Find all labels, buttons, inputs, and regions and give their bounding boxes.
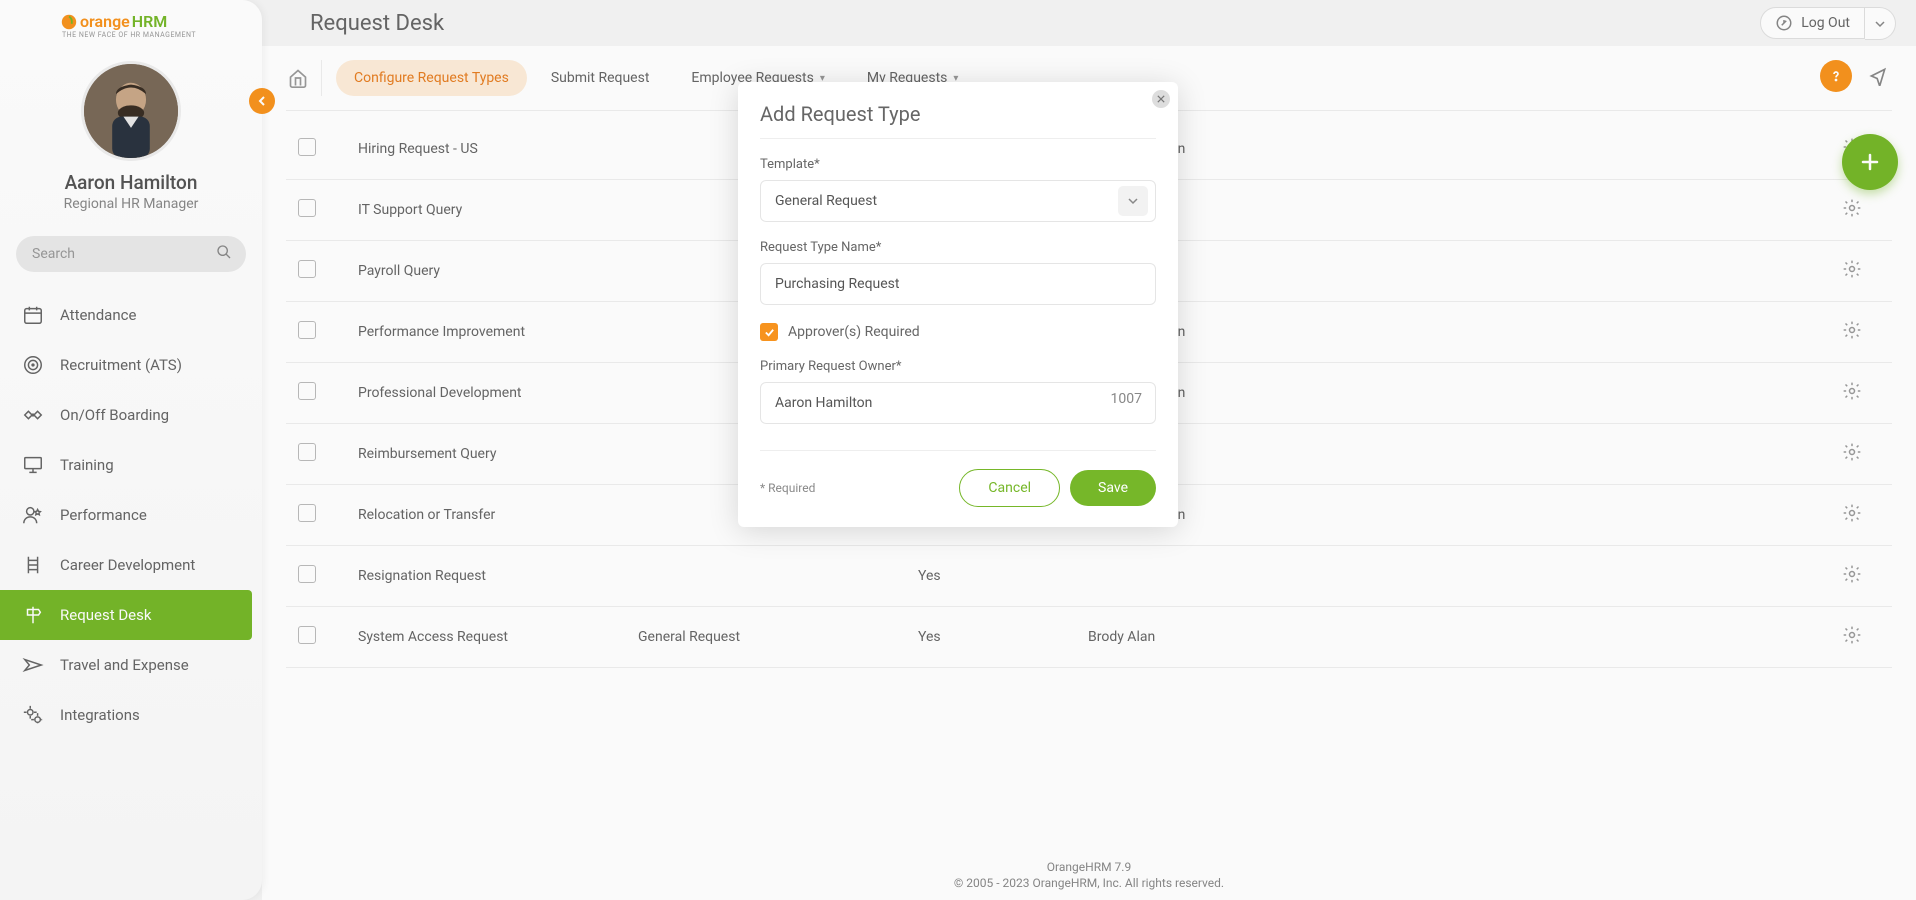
cancel-button[interactable]: Cancel	[959, 469, 1060, 507]
template-select[interactable]: General Request	[760, 180, 1156, 222]
owner-code: 1007	[1111, 391, 1142, 407]
approver-required-row[interactable]: Approver(s) Required	[760, 323, 1156, 341]
check-icon	[764, 327, 775, 338]
chevron-down-icon	[1128, 196, 1138, 206]
required-note: * Required	[760, 481, 815, 495]
modal-title: Add Request Type	[760, 102, 1156, 139]
add-request-type-modal: Add Request Type Template* General Reque…	[738, 82, 1178, 527]
modal-close-button[interactable]	[1152, 90, 1170, 108]
template-label: Template*	[760, 157, 1156, 172]
modal-footer: * Required Cancel Save	[760, 450, 1156, 507]
template-select-caret[interactable]	[1118, 186, 1148, 216]
approver-required-label: Approver(s) Required	[788, 324, 920, 340]
name-label: Request Type Name*	[760, 240, 1156, 255]
primary-owner-input[interactable]	[760, 382, 1156, 424]
owner-label: Primary Request Owner*	[760, 359, 1156, 374]
request-type-name-input[interactable]	[760, 263, 1156, 305]
save-button[interactable]: Save	[1070, 470, 1156, 506]
close-icon	[1157, 95, 1165, 103]
approver-required-checkbox[interactable]	[760, 323, 778, 341]
